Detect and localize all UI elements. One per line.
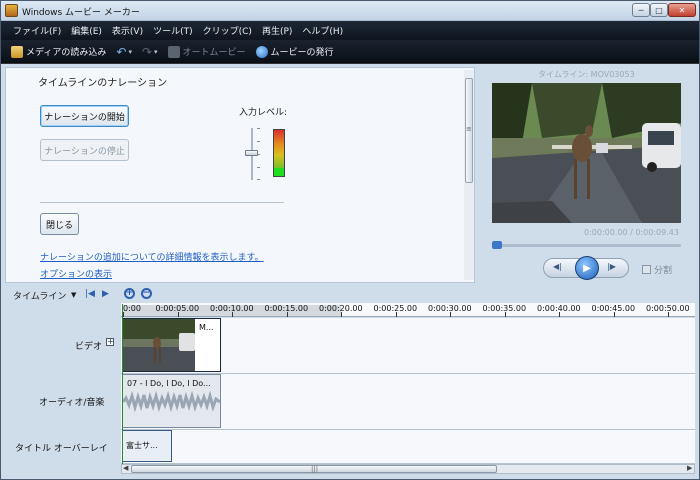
minimize-icon: ─ xyxy=(638,5,644,15)
tick-mark xyxy=(257,128,260,129)
tick-mark xyxy=(257,167,260,168)
automovie-button[interactable]: オートムービー xyxy=(167,45,246,58)
scroll-right-icon[interactable]: ▶ xyxy=(687,464,692,472)
video-clip-label: M... xyxy=(199,323,214,332)
seek-bar[interactable] xyxy=(493,244,681,247)
import-media-button[interactable]: メディアの読み込み xyxy=(11,45,106,58)
ruler-tick xyxy=(613,312,615,317)
next-frame-icon[interactable]: |▶ xyxy=(607,262,616,271)
undo-dropdown-icon[interactable]: ▾ xyxy=(128,48,132,56)
preview-monitor xyxy=(492,83,681,223)
narration-title: タイムラインのナレーション xyxy=(38,78,168,89)
window-title: Windows ムービー メーカー xyxy=(22,8,140,18)
app-window: Windows ムービー メーカー ─ □ ✕ ファイル(F) 編集(E) 表示… xyxy=(0,0,700,480)
automovie-label: オートムービー xyxy=(182,48,246,58)
menu-play[interactable]: 再生(P) xyxy=(262,24,292,37)
zoom-out-icon[interactable]: − xyxy=(141,288,152,299)
ruler-tick xyxy=(286,312,288,317)
scroll-grip-icon: ≡ xyxy=(466,125,472,133)
title-bar: Windows ムービー メーカー ─ □ ✕ xyxy=(1,1,699,21)
split-icon xyxy=(642,265,651,274)
split-button[interactable]: 分割 xyxy=(642,263,672,276)
play-button[interactable]: ▶ xyxy=(575,256,599,280)
previous-frame-icon[interactable]: ◀| xyxy=(553,262,562,271)
narration-pane: タイムラインのナレーション ナレーションの開始 ナレーションの停止 入力レベル:… xyxy=(5,67,475,283)
automovie-icon xyxy=(167,45,180,58)
title-overlay-track-label: タイトル オーバーレイ xyxy=(15,444,108,454)
narration-info-link[interactable]: ナレーションの追加についての詳細情報を表示します。 xyxy=(40,250,264,263)
main-toolbar: メディアの読み込み ↶ ▾ ↷ ▾ オートムービー ムービーの発行 xyxy=(1,40,699,64)
title-overlay-track[interactable] xyxy=(121,430,695,464)
menu-bar: ファイル(F) 編集(E) 表示(V) ツール(T) クリップ(C) 再生(P)… xyxy=(1,21,699,40)
close-narration-button[interactable]: 閉じる xyxy=(40,213,79,235)
minimize-button[interactable]: ─ xyxy=(632,3,650,17)
ruler-tick xyxy=(395,312,397,317)
audio-track-label: オーディオ/音楽 xyxy=(39,398,105,408)
audio-clip-label: 07 - I Do, I Do, I Do... xyxy=(127,379,211,388)
ruler-tick xyxy=(177,312,179,317)
movie-maker-icon xyxy=(5,4,18,17)
pane-scrollbar-thumb[interactable]: ≡ xyxy=(465,78,473,183)
split-label: 分割 xyxy=(654,266,673,276)
input-level-label: 入力レベル: xyxy=(239,108,288,118)
video-clip-thumbnail xyxy=(123,319,195,371)
start-narration-button[interactable]: ナレーションの開始 xyxy=(40,105,129,127)
menu-tools[interactable]: ツール(T) xyxy=(153,24,193,37)
close-icon: ✕ xyxy=(678,5,686,15)
tick-mark xyxy=(257,154,260,155)
tick-mark xyxy=(257,141,260,142)
play-icon: ▶ xyxy=(583,262,591,274)
publish-movie-label: ムービーの発行 xyxy=(270,48,334,58)
preview-caption: タイムライン: MOV03053 xyxy=(538,70,635,79)
stop-narration-button[interactable]: ナレーションの停止 xyxy=(40,139,129,161)
rewind-timeline-icon[interactable]: |◀ xyxy=(85,289,95,299)
timeline-playhead[interactable] xyxy=(122,304,123,464)
timeline-dropdown-icon[interactable]: ▼ xyxy=(71,291,76,299)
menu-view[interactable]: 表示(V) xyxy=(112,24,143,37)
input-level-meter-fill xyxy=(274,168,284,176)
ruler-tick xyxy=(450,312,451,317)
menu-file[interactable]: ファイル(F) xyxy=(13,24,61,37)
ruler-tick xyxy=(668,312,669,317)
publish-icon xyxy=(255,45,268,58)
scroll-left-icon[interactable]: ◀ xyxy=(123,464,128,472)
close-window-button[interactable]: ✕ xyxy=(668,3,696,17)
seek-bar-thumb[interactable] xyxy=(492,241,502,249)
redo-dropdown-icon[interactable]: ▾ xyxy=(154,48,158,56)
timeline-view-dropdown[interactable]: タイムライン xyxy=(13,289,66,302)
show-options-link[interactable]: オプションの表示 xyxy=(40,267,112,280)
undo-icon[interactable]: ↶ xyxy=(116,45,126,59)
ruler-tick xyxy=(341,312,342,317)
audio-waveform xyxy=(123,391,220,413)
maximize-icon: □ xyxy=(655,5,663,15)
play-timeline-icon[interactable]: ▶ xyxy=(102,289,109,299)
redo-icon[interactable]: ↷ xyxy=(142,45,152,59)
zoom-in-icon[interactable]: + xyxy=(124,288,135,299)
video-frame-image xyxy=(492,83,681,223)
menu-clip[interactable]: クリップ(C) xyxy=(203,24,252,37)
video-track-label: ビデオ xyxy=(75,342,103,352)
title-overlay-clip-label: 富士サ... xyxy=(126,441,158,450)
expand-track-icon[interactable]: + xyxy=(106,338,114,346)
publish-movie-button[interactable]: ムービーの発行 xyxy=(255,45,334,58)
ruler-tick xyxy=(504,312,506,317)
import-icon xyxy=(11,45,23,58)
maximize-button[interactable]: □ xyxy=(650,3,668,17)
tick-mark xyxy=(257,179,260,180)
scroll-grip-icon: ||| xyxy=(311,465,319,473)
preview-time: 0:00:00.00 / 0:00:09.43 xyxy=(584,228,679,237)
ruler-tick xyxy=(559,312,560,317)
ruler-tick xyxy=(232,312,233,317)
ruler-tick xyxy=(123,312,124,317)
pane-divider xyxy=(40,202,284,203)
slider-ticks xyxy=(257,128,261,180)
ruler-time-label: 0:00 xyxy=(123,304,141,313)
menu-edit[interactable]: 編集(E) xyxy=(71,24,102,37)
import-media-label: メディアの読み込み xyxy=(26,48,107,58)
menu-help[interactable]: ヘルプ(H) xyxy=(302,24,343,37)
